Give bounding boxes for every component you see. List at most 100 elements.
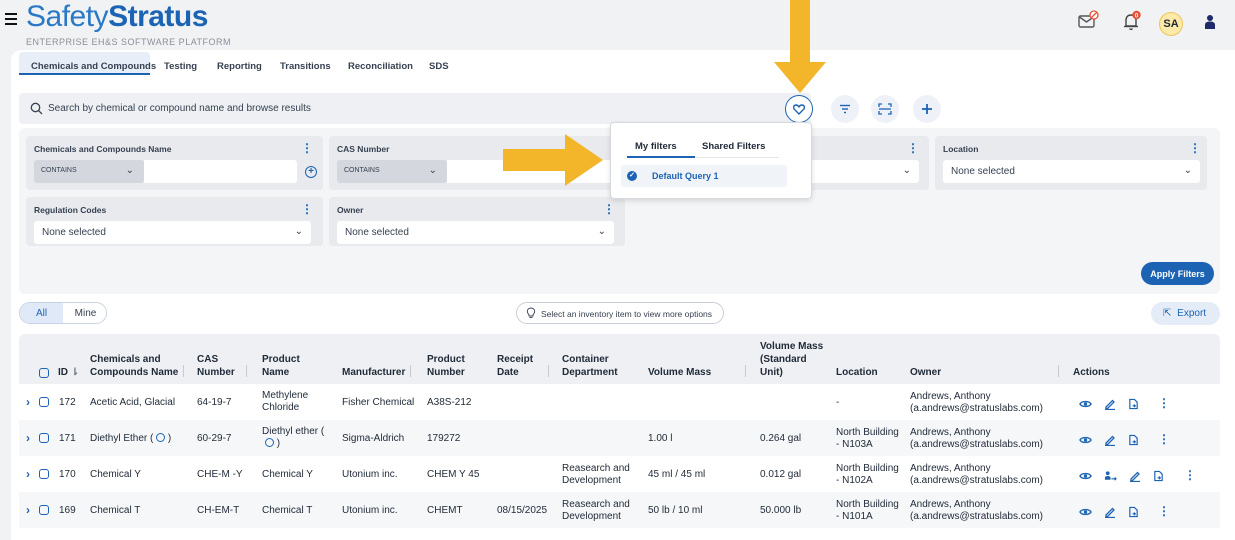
hamburger-menu-icon[interactable] [5,13,17,25]
chevron-down-icon: ⌄ [902,165,911,176]
col-volume-mass[interactable]: Volume Mass [648,366,711,379]
table-row[interactable]: › 171 Diethyl Ether ( ) 60-29-7 Diethyl … [19,420,1220,456]
location-select[interactable]: None selected ⌄ [943,160,1200,183]
info-icon[interactable] [156,433,166,442]
col-divider [246,365,247,377]
view-icon[interactable] [1079,433,1092,445]
cas-operator-select[interactable]: CONTAINS ⌄ [337,160,447,183]
row-checkbox[interactable] [39,433,49,443]
chem-name-operator-select[interactable]: CONTAINS ⌄ [34,160,144,183]
cell-cas: CHE-M -Y [197,469,243,480]
export-button[interactable]: ⇱ Export [1151,302,1220,325]
col-product-name[interactable]: Product Name [262,353,312,379]
tab-shared-filters[interactable]: Shared Filters [702,141,765,152]
edit-icon[interactable] [1104,433,1116,447]
edit-icon[interactable] [1104,397,1116,411]
scope-mine-button[interactable]: Mine [63,303,106,323]
add-condition-icon[interactable]: + [305,166,317,178]
tab-my-filters[interactable]: My filters [635,141,677,152]
select-all-checkbox[interactable] [39,368,49,378]
cell-name[interactable]: Chemical Y [90,469,141,481]
tab-reconciliation[interactable]: Reconciliation [348,61,413,72]
edit-icon[interactable] [1129,469,1141,483]
cell-id: 169 [59,505,76,516]
kebab-icon[interactable]: ⋮ [907,142,919,154]
user-profile-icon[interactable] [1203,14,1217,30]
user-avatar[interactable]: SA [1159,12,1183,36]
more-icon[interactable]: ⋮ [1158,505,1170,517]
sort-icon[interactable]: ⇂ [68,367,79,378]
search-bar[interactable]: Search by chemical or compound name and … [19,93,811,124]
more-icon[interactable]: ⋮ [1158,397,1170,409]
view-icon[interactable] [1079,505,1092,517]
filter-owner: Owner ⋮ None selected ⌄ [329,197,625,246]
info-icon[interactable] [265,438,274,447]
filter-button[interactable] [831,95,859,123]
col-divider [548,365,549,377]
edit-icon[interactable] [1104,505,1116,519]
messages-off-icon[interactable] [1077,10,1099,32]
col-container-dept[interactable]: Container Department [562,353,640,379]
cell-name[interactable]: Chemical T [90,505,140,517]
row-checkbox[interactable] [39,469,49,479]
kebab-icon[interactable]: ⋮ [1189,142,1201,154]
col-cas[interactable]: CAS Number [197,353,239,379]
move-icon[interactable] [1128,397,1140,410]
expand-row-icon[interactable]: › [26,467,30,481]
kebab-icon[interactable]: ⋮ [603,203,615,215]
regulation-select[interactable]: None selected ⌄ [34,221,311,244]
saved-filter-default-query[interactable]: ✓ Default Query 1 [621,165,787,187]
cell-product-name: Diethyl ether ( ) [262,426,325,449]
more-icon[interactable]: ⋮ [1158,433,1170,445]
expand-row-icon[interactable]: › [26,431,30,445]
transfer-icon[interactable] [1104,469,1117,481]
col-product-number[interactable]: Product Number [427,353,477,379]
expand-row-icon[interactable]: › [26,503,30,517]
app-header: SafetyStratus ENTERPRISE EH&S SOFTWARE P… [0,0,1235,47]
chem-name-input[interactable] [144,160,297,183]
cell-receipt-date: 08/15/2025 [497,505,548,516]
tab-active-underline [19,73,150,75]
col-divider [745,365,746,377]
tab-reporting[interactable]: Reporting [217,61,262,72]
tab-transitions[interactable]: Transitions [280,61,331,72]
table-row[interactable]: › 172 Acetic Acid, Glacial 64-19-7 Methy… [19,384,1220,420]
kebab-icon[interactable]: ⋮ [301,142,313,154]
col-receipt-date[interactable]: Receipt Date [497,353,541,379]
tab-sds[interactable]: SDS [429,61,449,72]
search-input[interactable]: Search by chemical or compound name and … [48,103,311,114]
scan-button[interactable] [871,95,899,123]
move-icon[interactable] [1128,505,1140,518]
saved-filters-button[interactable] [785,95,813,123]
cell-manufacturer: Utonium inc. [342,469,398,480]
row-checkbox[interactable] [39,397,49,407]
expand-row-icon[interactable]: › [26,395,30,409]
move-icon[interactable] [1128,433,1140,446]
col-chem-name[interactable]: Chemicals and Compounds Name [90,353,185,379]
view-icon[interactable] [1079,469,1092,481]
table-row[interactable]: › 169 Chemical T CH-EM-T Chemical T Uton… [19,492,1220,528]
scope-all-button[interactable]: All [20,303,63,323]
cell-manufacturer: Utonium inc. [342,505,398,516]
cell-product-number: 179272 [427,433,461,444]
kebab-icon[interactable]: ⋮ [301,203,313,215]
move-icon[interactable] [1153,469,1165,482]
more-icon[interactable]: ⋮ [1184,469,1196,481]
table-row[interactable]: › 170 Chemical Y CHE-M -Y Chemical Y Uto… [19,456,1220,492]
tab-testing[interactable]: Testing [164,61,197,72]
view-icon[interactable] [1079,397,1092,409]
tab-chemicals-and-compounds[interactable]: Chemicals and Compounds [31,61,156,72]
row-checkbox[interactable] [39,505,49,515]
brand-logo[interactable]: SafetyStratus [26,0,208,34]
apply-filters-button[interactable]: Apply Filters [1141,262,1214,285]
col-location[interactable]: Location [836,366,878,379]
col-owner[interactable]: Owner [910,366,941,379]
cell-name[interactable]: Diethyl Ether ( ) [90,433,171,445]
col-id[interactable]: ID ⇂ [58,366,79,379]
cell-name[interactable]: Acetic Acid, Glacial [90,397,175,409]
owner-select[interactable]: None selected ⌄ [337,221,614,244]
add-button[interactable] [913,95,941,123]
col-manufacturer[interactable]: Manufacturer [342,366,405,379]
col-volume-mass-std[interactable]: Volume Mass (Standard Unit) [760,340,832,379]
bell-icon[interactable]: 0 [1120,10,1142,32]
